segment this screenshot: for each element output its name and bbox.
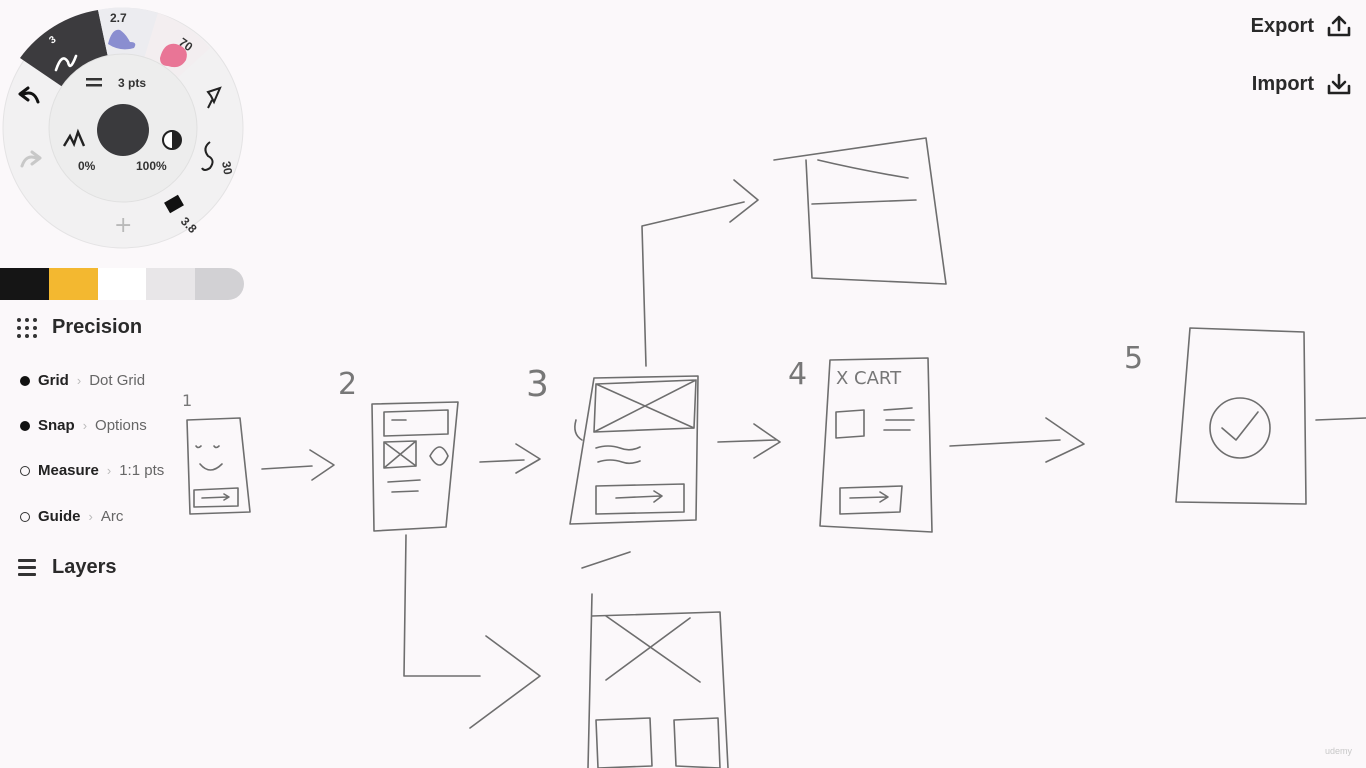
wireframe-screen-2 [371, 401, 459, 532]
guide-value[interactable]: Arc [101, 508, 124, 525]
wireframe-screen-3 [569, 375, 699, 525]
guide-chevron-icon: › [88, 509, 93, 524]
precision-row-snap[interactable]: Snap › Options [20, 417, 147, 434]
import-button[interactable]: Import [1252, 72, 1352, 96]
flow-arrow-3 [717, 423, 781, 459]
layers-title: Layers [52, 556, 117, 578]
thickness-label[interactable]: 3 pts [118, 76, 146, 90]
flow-arrow-5 [1315, 417, 1366, 421]
precision-row-guide[interactable]: Guide › Arc [20, 508, 123, 525]
precision-title: Precision [52, 316, 143, 338]
thickness-icon [86, 78, 102, 81]
color-swatch-light-gray[interactable] [146, 268, 196, 300]
sketch-label-4: 4 [788, 357, 807, 392]
tool-wheel[interactable]: 3 2.7 70 30 3.8 + 3 pts 0% 100% [0, 0, 250, 250]
layers-icon [18, 558, 36, 576]
measure-value[interactable]: 1:1 pts [119, 462, 164, 479]
export-icon [1327, 15, 1351, 37]
flow-arrow-branch-up [641, 179, 759, 367]
import-icon [1327, 73, 1351, 95]
import-label: Import [1251, 72, 1314, 95]
flow-arrow-branch-down [403, 534, 541, 729]
grid-label: Grid [38, 372, 69, 389]
preset-right-1-label: 30 [219, 160, 235, 176]
sketch-label-2: 2 [338, 367, 357, 402]
sketch-label-1: 1 [182, 391, 192, 410]
color-palette [0, 268, 244, 300]
add-preset-button[interactable]: + [114, 213, 132, 238]
flow-arrow-2 [479, 443, 541, 474]
export-button[interactable]: Export [1251, 14, 1352, 38]
grid-toggle[interactable] [20, 375, 30, 386]
snap-toggle[interactable] [20, 420, 30, 431]
measure-chevron-icon: › [106, 463, 112, 478]
precision-header[interactable]: Precision [16, 316, 142, 339]
grid-dots-icon [17, 317, 37, 338]
measure-label: Measure [38, 462, 99, 479]
preset-2-label: 2.7 [110, 11, 127, 25]
precision-row-measure[interactable]: Measure › 1:1 pts [20, 462, 164, 479]
color-swatch-yellow[interactable] [48, 268, 98, 300]
snap-label: Snap [38, 417, 75, 434]
precision-row-grid[interactable]: Grid › Dot Grid [20, 372, 145, 389]
grid-chevron-icon: › [76, 373, 82, 388]
flow-arrow-1 [261, 449, 335, 481]
sketch-label-3: 3 [526, 364, 549, 405]
wireframe-screen-top [773, 137, 947, 285]
opacity-min-label: 0% [78, 159, 96, 173]
wireframe-screen-bottom [581, 551, 729, 768]
grid-value[interactable]: Dot Grid [89, 372, 145, 389]
layers-header[interactable]: Layers [16, 556, 117, 579]
measure-toggle[interactable] [20, 465, 30, 476]
color-swatch-gray[interactable] [195, 268, 244, 300]
wireframe-screen-1 [186, 417, 251, 515]
sketch-label-5: 5 [1124, 341, 1143, 376]
color-swatch-black[interactable] [0, 268, 49, 300]
export-label: Export [1250, 14, 1314, 37]
opacity-max-label: 100% [136, 159, 167, 173]
color-preview[interactable] [97, 104, 149, 156]
guide-toggle[interactable] [20, 511, 30, 522]
sketch-cart-text: X CART [836, 368, 902, 389]
snap-chevron-icon: › [82, 418, 88, 433]
guide-label: Guide [38, 508, 81, 525]
color-swatch-white[interactable] [97, 268, 147, 300]
wireframe-screen-5 [1175, 327, 1307, 505]
flow-arrow-4 [949, 417, 1085, 463]
snap-value[interactable]: Options [95, 417, 147, 434]
watermark: udemy [1324, 746, 1352, 756]
